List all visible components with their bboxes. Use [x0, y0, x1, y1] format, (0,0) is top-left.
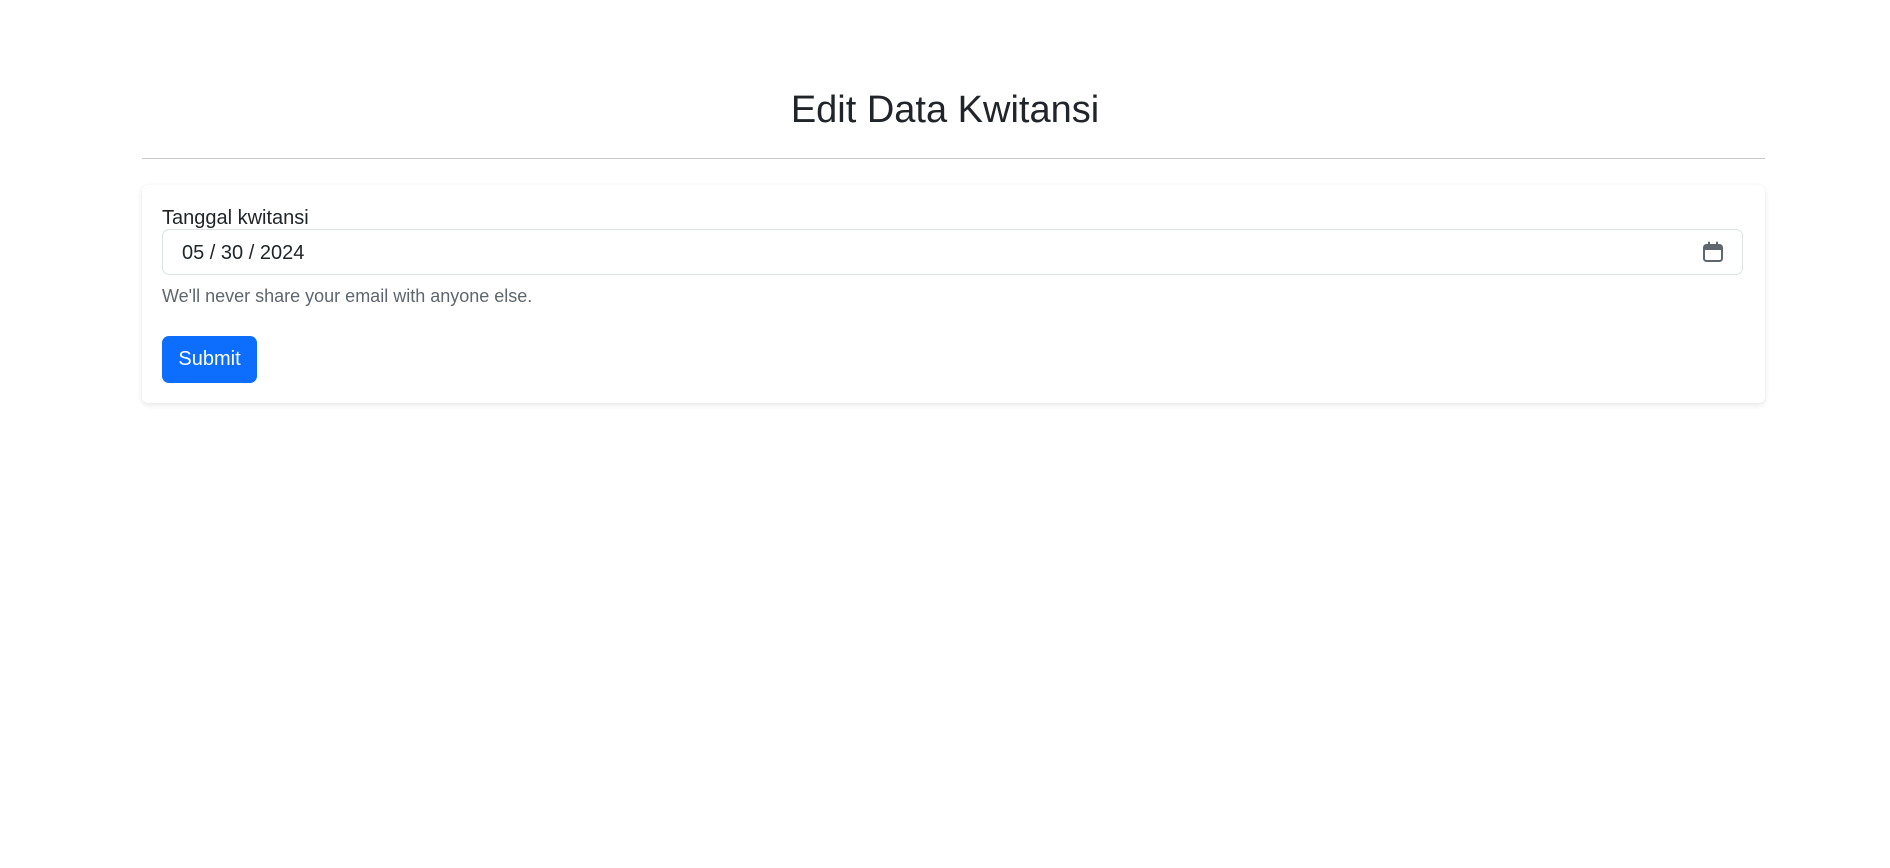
date-input[interactable]: 05 / 30 / 2024 [162, 229, 1743, 275]
page-title: Edit Data Kwitansi [790, 89, 1100, 131]
submit-button[interactable]: Submit [162, 336, 257, 383]
title-divider [142, 158, 1765, 159]
form-card: Tanggal kwitansi 05 / 30 / 2024 We'll ne… [142, 185, 1765, 403]
date-input-value[interactable]: 05 / 30 / 2024 [182, 241, 304, 265]
date-field-label: Tanggal kwitansi [162, 207, 309, 229]
calendar-icon[interactable] [1702, 241, 1724, 263]
help-text: We'll never share your email with anyone… [162, 286, 533, 306]
